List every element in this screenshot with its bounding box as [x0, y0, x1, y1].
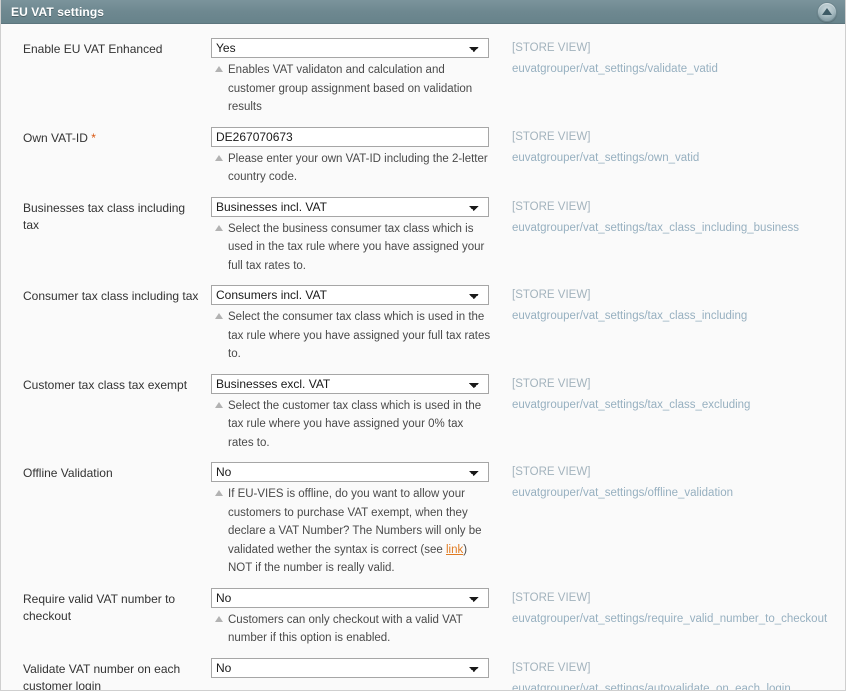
- field-scope: [STORE VIEW] euvatgrouper/vat_settings/ta…: [494, 374, 750, 414]
- field-comment-text: Select the customer tax class which is u…: [228, 399, 482, 449]
- select-8[interactable]: YesNo: [211, 657, 489, 678]
- config-path: euvatgrouper/vat_settings/offline_valida…: [512, 487, 733, 499]
- field-label: Consumer tax class including tax: [1, 285, 211, 305]
- field-comment: Enables VAT validaton and calculation an…: [211, 61, 491, 117]
- collapse-toggle-button[interactable]: [817, 2, 837, 22]
- field-comment-text: Select the consumer tax class which is u…: [228, 311, 491, 360]
- form-row: Customer tax class tax exempt Businesses …: [1, 373, 845, 453]
- field-comment-text: If EU-VIES is offline, do you want to al…: [228, 485, 491, 578]
- field-control: Businesses excl. VAT Select the customer …: [211, 373, 494, 453]
- triangle-up-small-icon: [215, 154, 223, 161]
- field-comment-text: Select the business consumer tax class w…: [228, 222, 485, 272]
- select-1[interactable]: YesNo: [211, 38, 489, 58]
- page-title: EU VAT settings: [11, 4, 105, 19]
- config-path: euvatgrouper/vat_settings/require_valid_…: [512, 612, 828, 625]
- triangle-up-small-icon: [215, 615, 223, 622]
- select-7[interactable]: YesNo: [211, 587, 489, 608]
- scope-label: [STORE VIEW]: [512, 466, 591, 478]
- field-label-text: Enable EU VAT Enhanced: [23, 42, 163, 56]
- field-scope: [STORE VIEW] euvatgrouper/vat_settings/re…: [494, 588, 827, 628]
- select-4[interactable]: Consumers incl. VAT: [211, 285, 489, 305]
- field-label-text: Consumer tax class including tax: [23, 289, 199, 303]
- field-label-text: Validate VAT number on each customer log…: [23, 661, 181, 691]
- field-label: Offline Validation: [1, 462, 211, 482]
- field-label: Validate VAT number on each customer log…: [1, 658, 211, 691]
- config-path: euvatgrouper/vat_settings/tax_class_excl…: [512, 398, 751, 411]
- field-control: YesNo: [211, 657, 494, 678]
- required-marker: *: [87, 130, 96, 145]
- field-comment: Select the consumer tax class which is u…: [211, 308, 491, 364]
- triangle-up-small-icon: [215, 66, 223, 72]
- scope-label: [STORE VIEW]: [512, 377, 591, 390]
- config-path: euvatgrouper/vat_settings/autovalidate_o…: [512, 682, 791, 691]
- field-comment: Customers can only checkout with a valid…: [211, 611, 491, 648]
- eu-vat-settings-panel: EU VAT settings Enable EU VAT Enhanced Ye…: [0, 0, 846, 691]
- field-control: YesNo Customers can only checkout with a …: [211, 587, 494, 648]
- field-comment: If EU-VIES is offline, do you want to al…: [211, 485, 491, 578]
- triangle-up-small-icon: [215, 401, 223, 408]
- field-control: Businesses incl. VAT Select the business …: [211, 196, 494, 276]
- field-label: Enable EU VAT Enhanced: [1, 38, 211, 58]
- field-scope: [STORE VIEW] euvatgrouper/vat_settings/of…: [494, 462, 733, 502]
- field-control: YesNo If EU-VIES is offline, do you want …: [211, 462, 494, 578]
- field-label-text: Businesses tax class including tax: [23, 200, 186, 232]
- field-control: Please enter your own VAT-ID including t…: [211, 126, 494, 187]
- config-path: euvatgrouper/vat_settings/validate_vatid: [512, 63, 718, 75]
- scope-label: [STORE VIEW]: [512, 661, 591, 674]
- field-label-text: Require valid VAT number to checkout: [23, 591, 176, 623]
- field-scope: [STORE VIEW] euvatgrouper/vat_settings/ta…: [494, 285, 747, 325]
- scope-label: [STORE VIEW]: [512, 130, 591, 143]
- field-comment-text: Please enter your own VAT-ID including t…: [228, 152, 488, 184]
- text-input-2[interactable]: [211, 126, 489, 147]
- scope-label: [STORE VIEW]: [512, 200, 591, 213]
- config-path: euvatgrouper/vat_settings/own_vatid: [512, 151, 700, 164]
- field-scope: [STORE VIEW] euvatgrouper/vat_settings/ta…: [494, 197, 799, 237]
- field-label: Require valid VAT number to checkout: [1, 588, 211, 625]
- triangle-up-small-icon: [215, 313, 223, 319]
- form-row: Own VAT-ID * Please enter your own VAT-ID…: [1, 126, 845, 187]
- panel-header: EU VAT settings: [1, 0, 845, 24]
- select-6[interactable]: YesNo: [211, 462, 489, 482]
- field-comment: Select the business consumer tax class w…: [211, 220, 491, 276]
- form-row: Businesses tax class including tax Busine…: [1, 196, 845, 276]
- field-label-text: Own VAT-ID: [23, 130, 88, 145]
- triangle-up-small-icon: [215, 490, 223, 496]
- comment-text-part: If EU-VIES is offline, do you want to al…: [228, 488, 482, 556]
- form-row: Enable EU VAT Enhanced YesNo Enables VAT v…: [1, 38, 845, 117]
- field-label-text: Customer tax class tax exempt: [23, 377, 188, 392]
- field-label: Businesses tax class including tax: [1, 197, 211, 234]
- scope-label: [STORE VIEW]: [512, 591, 591, 604]
- field-comment-text: Enables VAT validaton and calculation an…: [228, 64, 473, 113]
- field-comment-text: Customers can only checkout with a valid…: [228, 613, 463, 645]
- field-scope: [STORE VIEW] euvatgrouper/vat_settings/au…: [494, 658, 791, 691]
- form-row: Offline Validation YesNo If EU-VIES is off…: [1, 462, 845, 578]
- field-comment: Select the customer tax class which is u…: [211, 397, 491, 453]
- settings-form: Enable EU VAT Enhanced YesNo Enables VAT v…: [1, 24, 845, 691]
- field-scope: [STORE VIEW] euvatgrouper/vat_settings/ow…: [494, 127, 699, 167]
- scope-label: [STORE VIEW]: [512, 42, 591, 54]
- field-control: Consumers incl. VAT Select the consumer t…: [211, 285, 494, 364]
- form-row: Require valid VAT number to checkout YesN…: [1, 587, 845, 648]
- select-3[interactable]: Businesses incl. VAT: [211, 196, 489, 217]
- field-label: Customer tax class tax exempt: [1, 374, 211, 394]
- comment-link[interactable]: link: [446, 544, 463, 556]
- triangle-up-small-icon: [215, 224, 223, 231]
- field-scope: [STORE VIEW] euvatgrouper/vat_settings/va…: [494, 38, 718, 78]
- form-row: Validate VAT number on each customer log…: [1, 657, 845, 691]
- form-row: Consumer tax class including tax Consumer…: [1, 285, 845, 364]
- field-comment: Please enter your own VAT-ID including t…: [211, 150, 491, 187]
- field-label: Own VAT-ID *: [1, 127, 211, 147]
- select-5[interactable]: Businesses excl. VAT: [211, 373, 489, 394]
- config-path: euvatgrouper/vat_settings/tax_class_incl…: [512, 221, 800, 234]
- triangle-up-icon: [822, 8, 832, 15]
- config-path: euvatgrouper/vat_settings/tax_class_incl…: [512, 310, 748, 322]
- field-label-text: Offline Validation: [23, 466, 113, 480]
- field-control: YesNo Enables VAT validaton and calculati…: [211, 38, 494, 117]
- scope-label: [STORE VIEW]: [512, 289, 591, 301]
